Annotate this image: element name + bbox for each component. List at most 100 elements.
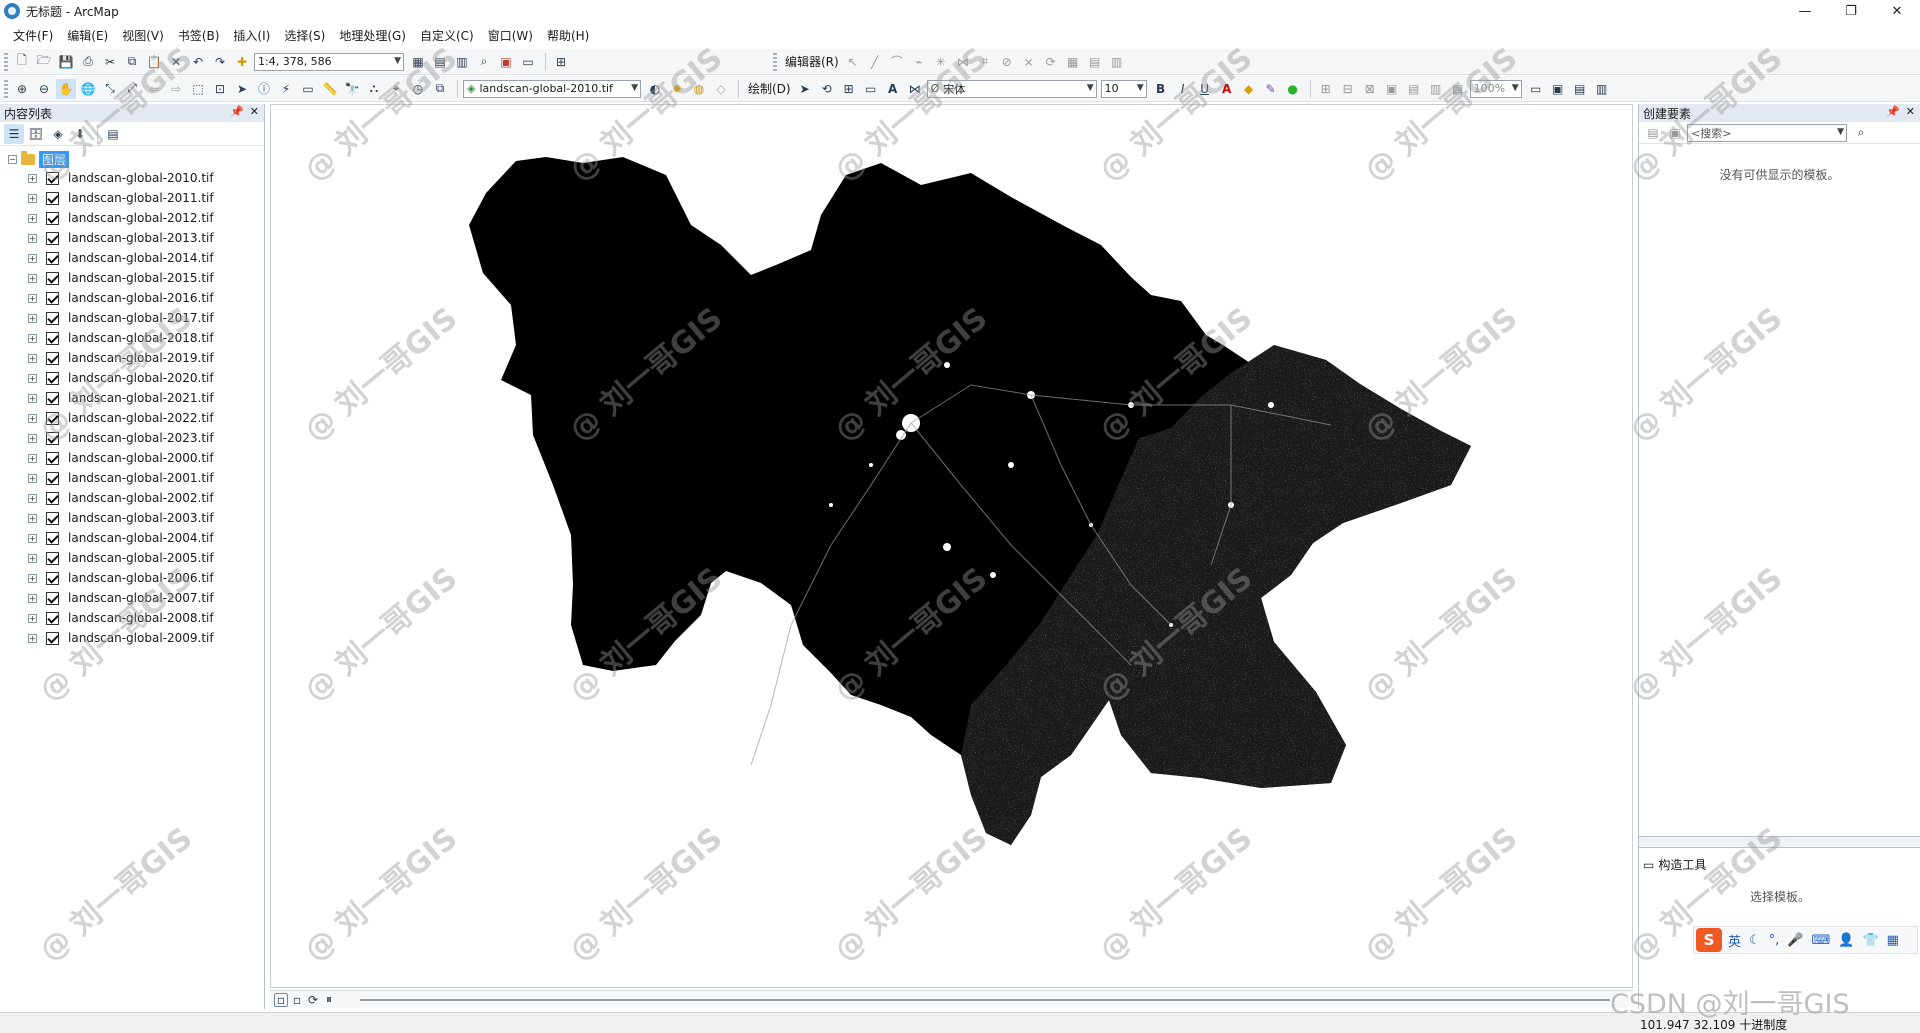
layer-row[interactable]: + landscan-global-2010.tif: [0, 168, 264, 188]
pan-icon[interactable]: ✋: [56, 78, 76, 99]
layer-visibility-checkbox[interactable]: [46, 531, 59, 545]
brightness-icon[interactable]: ✹: [667, 79, 687, 99]
arctoolbox-icon[interactable]: ▣: [496, 52, 516, 72]
font-name-select[interactable]: Ø 宋体 ▼: [926, 79, 1097, 98]
map-scale-combo[interactable]: 1:4, 378, 586 ▼: [254, 52, 404, 71]
layer-visibility-checkbox[interactable]: [46, 591, 59, 605]
measure-icon[interactable]: 📏: [320, 79, 340, 99]
toolbar-grip[interactable]: [4, 79, 8, 98]
minimize-button[interactable]: —: [1782, 0, 1828, 22]
expand-icon[interactable]: +: [28, 173, 37, 183]
zoom-to-elements-icon[interactable]: ⊞: [839, 79, 859, 99]
layer-visibility-checkbox[interactable]: [46, 171, 59, 185]
layer-row[interactable]: + landscan-global-2004.tif: [0, 528, 264, 548]
ime-language-toggle[interactable]: 英: [1728, 931, 1741, 950]
python-window-icon[interactable]: ▭: [518, 52, 538, 72]
layer-name[interactable]: landscan-global-2005.tif: [68, 551, 214, 565]
layer-visibility-checkbox[interactable]: [46, 551, 59, 565]
layer-visibility-checkbox[interactable]: [46, 511, 59, 525]
toggle-draft-icon[interactable]: ▭: [1526, 79, 1546, 99]
layer-name[interactable]: landscan-global-2015.tif: [68, 271, 214, 285]
layout-zoom-out-icon[interactable]: ⊟: [1338, 79, 1358, 99]
expand-icon[interactable]: +: [28, 493, 37, 503]
select-elements-icon[interactable]: ➤: [232, 79, 252, 99]
text-icon[interactable]: A: [883, 79, 903, 99]
catalog-window-icon[interactable]: ▥: [452, 52, 472, 72]
refresh-icon[interactable]: ⟳: [306, 993, 320, 1007]
line-color-icon[interactable]: ✎: [1261, 79, 1281, 99]
menu-insert[interactable]: 插入(I): [226, 27, 277, 44]
close-button[interactable]: ✕: [1874, 0, 1920, 22]
expand-icon[interactable]: +: [28, 273, 37, 283]
zoom-percent-select[interactable]: 100% ▼: [1469, 79, 1522, 98]
layout-zoom-in-icon[interactable]: ⊞: [1316, 79, 1336, 99]
layer-name[interactable]: landscan-global-2002.tif: [68, 491, 214, 505]
layer-visibility-checkbox[interactable]: [46, 631, 59, 645]
layer-name[interactable]: landscan-global-2011.tif: [68, 191, 214, 205]
full-extent-icon[interactable]: 🌐: [78, 79, 98, 99]
layer-row[interactable]: + landscan-global-2013.tif: [0, 228, 264, 248]
layer-name[interactable]: landscan-global-2018.tif: [68, 331, 214, 345]
point-icon[interactable]: ✳: [931, 52, 951, 72]
layer-name[interactable]: landscan-global-2007.tif: [68, 591, 214, 605]
layer-name[interactable]: landscan-global-2020.tif: [68, 371, 214, 385]
layer-name[interactable]: landscan-global-2023.tif: [68, 431, 214, 445]
layer-row[interactable]: + landscan-global-2018.tif: [0, 328, 264, 348]
viewer-window-icon[interactable]: ⧉: [430, 79, 450, 99]
layer-row[interactable]: + landscan-global-2005.tif: [0, 548, 264, 568]
expand-icon[interactable]: +: [28, 433, 37, 443]
menu-edit[interactable]: 编辑(E): [60, 27, 115, 44]
reshape-icon[interactable]: ⌗: [975, 52, 995, 72]
expand-icon[interactable]: +: [28, 313, 37, 323]
expand-icon[interactable]: +: [28, 413, 37, 423]
layer-row[interactable]: + landscan-global-2006.tif: [0, 568, 264, 588]
expand-icon[interactable]: +: [28, 193, 37, 203]
expand-icon[interactable]: +: [28, 533, 37, 543]
open-folder-icon[interactable]: 🗁: [34, 52, 54, 72]
contrast-icon[interactable]: ◐: [645, 79, 665, 99]
layer-row[interactable]: + landscan-global-2015.tif: [0, 268, 264, 288]
find-route-icon[interactable]: ⛬: [364, 79, 384, 99]
paste-icon[interactable]: 📋: [144, 52, 164, 72]
html-popup-icon[interactable]: ▭: [298, 79, 318, 99]
close-icon[interactable]: ✕: [1906, 105, 1915, 118]
identify-icon[interactable]: ⓘ: [254, 79, 274, 99]
layer-name[interactable]: landscan-global-2019.tif: [68, 351, 214, 365]
layer-visibility-checkbox[interactable]: [46, 571, 59, 585]
trace-icon[interactable]: ⌁: [909, 52, 929, 72]
save-icon[interactable]: 💾: [56, 52, 76, 72]
layer-name[interactable]: landscan-global-2010.tif: [68, 171, 214, 185]
layer-name[interactable]: landscan-global-2016.tif: [68, 291, 214, 305]
horizontal-scrollbar[interactable]: [360, 999, 1610, 1001]
expand-icon[interactable]: +: [28, 373, 37, 383]
expand-icon[interactable]: +: [28, 233, 37, 243]
menu-selection[interactable]: 选择(S): [277, 27, 332, 44]
add-data-icon[interactable]: ✚: [232, 52, 252, 72]
go-to-xy-icon[interactable]: ⌖: [386, 79, 406, 99]
layout-forward-icon[interactable]: ▦: [1448, 79, 1468, 99]
expand-icon[interactable]: +: [28, 253, 37, 263]
layer-row[interactable]: + landscan-global-2008.tif: [0, 608, 264, 628]
expand-icon[interactable]: +: [28, 513, 37, 523]
menu-help[interactable]: 帮助(H): [540, 27, 596, 44]
cut-icon[interactable]: ✂: [100, 52, 120, 72]
list-by-selection-icon[interactable]: ⬇: [70, 124, 90, 144]
fill-color-icon[interactable]: ◆: [1239, 79, 1259, 99]
search-window-icon[interactable]: ⌕: [474, 52, 494, 72]
zoom-out-icon[interactable]: ⊖: [34, 79, 54, 99]
menu-customize[interactable]: 自定义(C): [413, 27, 481, 44]
underline-icon[interactable]: U: [1195, 79, 1215, 99]
hyperlink-icon[interactable]: ⚡: [276, 79, 296, 99]
layout-pan-icon[interactable]: ⊠: [1360, 79, 1380, 99]
expand-icon[interactable]: +: [28, 593, 37, 603]
list-by-visibility-icon[interactable]: ◈: [48, 124, 68, 144]
layer-name[interactable]: landscan-global-2006.tif: [68, 571, 214, 585]
layer-visibility-checkbox[interactable]: [46, 311, 59, 325]
clear-selection-icon[interactable]: ⊡: [210, 79, 230, 99]
menu-windows[interactable]: 窗口(W): [481, 27, 540, 44]
layer-name[interactable]: landscan-global-2022.tif: [68, 411, 214, 425]
focus-frame-icon[interactable]: ▣: [1548, 79, 1568, 99]
layout-back-icon[interactable]: ▥: [1426, 79, 1446, 99]
menu-geoprocessing[interactable]: 地理处理(G): [332, 27, 413, 44]
expand-icon[interactable]: +: [28, 213, 37, 223]
